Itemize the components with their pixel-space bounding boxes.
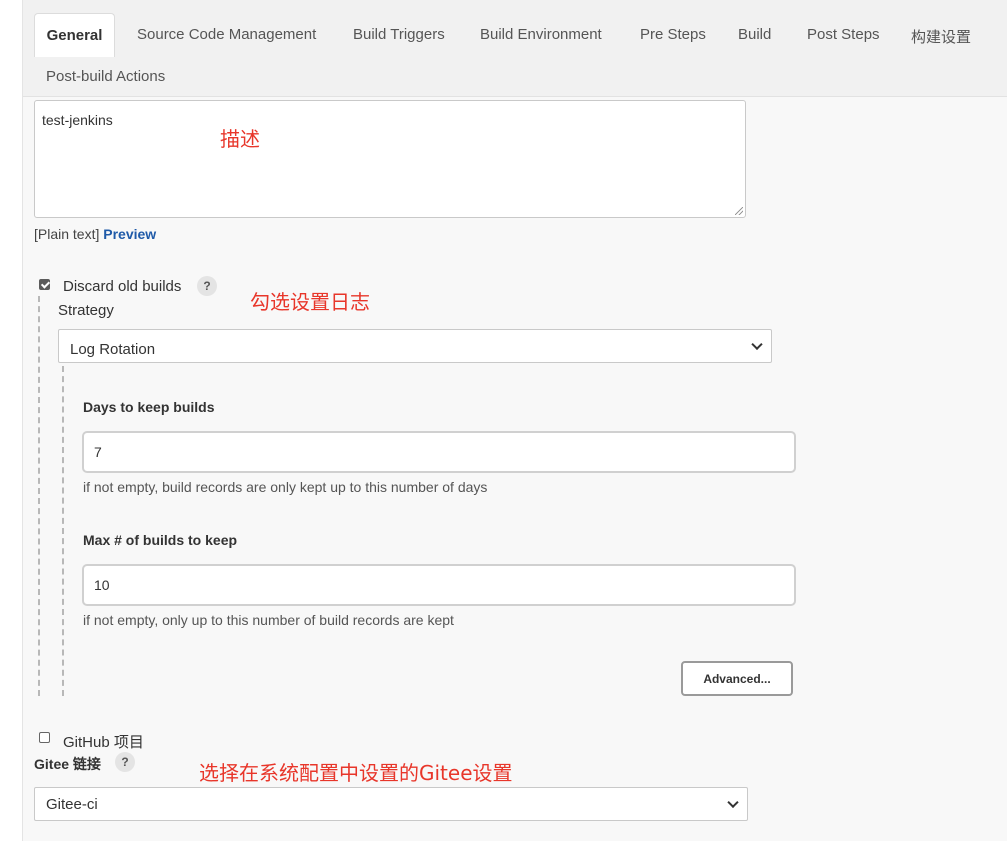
preview-link[interactable]: Preview <box>103 226 156 242</box>
tab-build-settings[interactable]: 构建设置 <box>911 26 971 47</box>
max-builds-input[interactable]: 10 <box>82 564 796 606</box>
days-to-keep-label: Days to keep builds <box>83 399 215 415</box>
chevron-down-icon <box>727 796 739 809</box>
annotation-description: 描述 <box>220 127 260 151</box>
config-tab-bar: General Source Code Management Build Tri… <box>23 0 1007 97</box>
discard-old-builds-checkbox[interactable] <box>39 279 50 290</box>
resize-handle-icon[interactable] <box>735 207 743 215</box>
annotation-gitee: 选择在系统配置中设置的Gitee设置 <box>199 761 513 785</box>
annotation-discard: 勾选设置日志 <box>250 290 370 314</box>
tab-source-code-management[interactable]: Source Code Management <box>137 26 316 43</box>
discard-help-icon[interactable]: ? <box>197 276 217 296</box>
gitee-link-label: Gitee 链接 <box>34 756 101 772</box>
gitee-connection-select[interactable]: Gitee-ci <box>34 787 748 821</box>
strategy-section-guide <box>62 366 64 696</box>
description-value: test-jenkins <box>42 112 113 128</box>
tab-post-steps[interactable]: Post Steps <box>807 26 880 43</box>
gitee-connection-value: Gitee-ci <box>46 795 98 813</box>
chevron-down-icon <box>751 338 763 351</box>
description-textarea[interactable]: test-jenkins <box>34 100 746 218</box>
plain-text-label: [Plain text] <box>34 226 100 242</box>
max-builds-hint: if not empty, only up to this number of … <box>83 612 454 628</box>
github-project-label: GitHub 项目 <box>63 734 144 751</box>
max-builds-value: 10 <box>94 577 110 593</box>
days-to-keep-input[interactable]: 7 <box>82 431 796 473</box>
tab-build-triggers[interactable]: Build Triggers <box>353 26 445 43</box>
description-format: [Plain text] Preview <box>34 226 156 242</box>
days-to-keep-value: 7 <box>94 444 102 460</box>
tab-build[interactable]: Build <box>738 26 771 43</box>
discard-section-guide <box>38 296 40 696</box>
strategy-value: Log Rotation <box>70 340 156 358</box>
tab-build-environment[interactable]: Build Environment <box>480 26 602 43</box>
gitee-help-icon[interactable]: ? <box>115 752 135 772</box>
tab-post-build-actions[interactable]: Post-build Actions <box>46 68 165 85</box>
github-project-checkbox[interactable] <box>39 732 50 743</box>
advanced-button[interactable]: Advanced... <box>681 661 793 696</box>
strategy-select[interactable]: Log Rotation <box>58 329 772 363</box>
days-to-keep-hint: if not empty, build records are only kep… <box>83 479 488 495</box>
tab-general[interactable]: General <box>34 13 115 57</box>
discard-old-builds-label: Discard old builds <box>63 278 182 295</box>
max-builds-label: Max # of builds to keep <box>83 532 238 548</box>
tab-pre-steps[interactable]: Pre Steps <box>640 26 706 43</box>
strategy-label: Strategy <box>58 302 114 319</box>
